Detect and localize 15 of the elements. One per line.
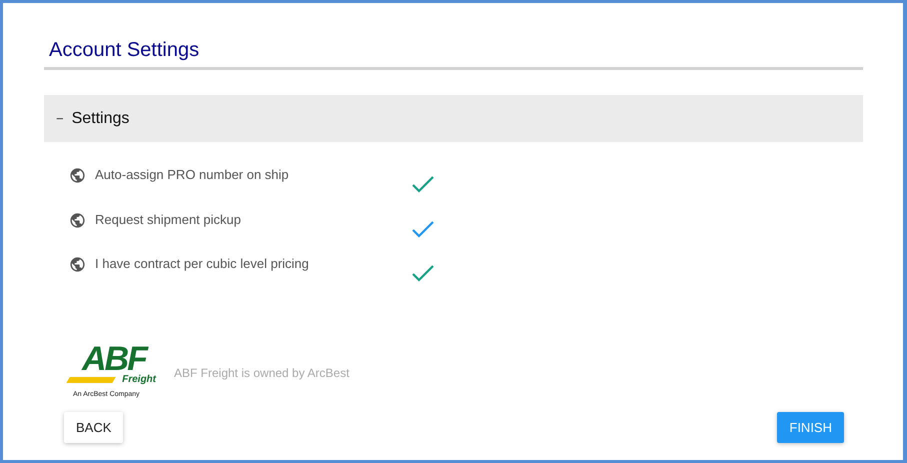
setting-label: I have contract per cubic level pricing: [95, 255, 310, 273]
checkmark-icon[interactable]: [411, 218, 435, 238]
ownership-note: ABF Freight is owned by ArcBest: [174, 366, 350, 380]
globe-icon: [69, 167, 86, 184]
globe-icon: [69, 212, 86, 228]
setting-label: Auto-assign PRO number on ship: [95, 166, 290, 184]
page-title: Account Settings: [48, 38, 200, 63]
checkmark-icon[interactable]: [411, 263, 435, 283]
back-button[interactable]: BACK: [64, 412, 124, 442]
checkmark-icon[interactable]: [411, 174, 435, 194]
collapse-toggle[interactable]: −: [56, 111, 64, 126]
setting-label: Request shipment pickup: [95, 210, 242, 228]
section-header[interactable]: − Settings: [44, 95, 863, 142]
section-title: Settings: [72, 110, 130, 128]
globe-icon: [69, 256, 86, 273]
